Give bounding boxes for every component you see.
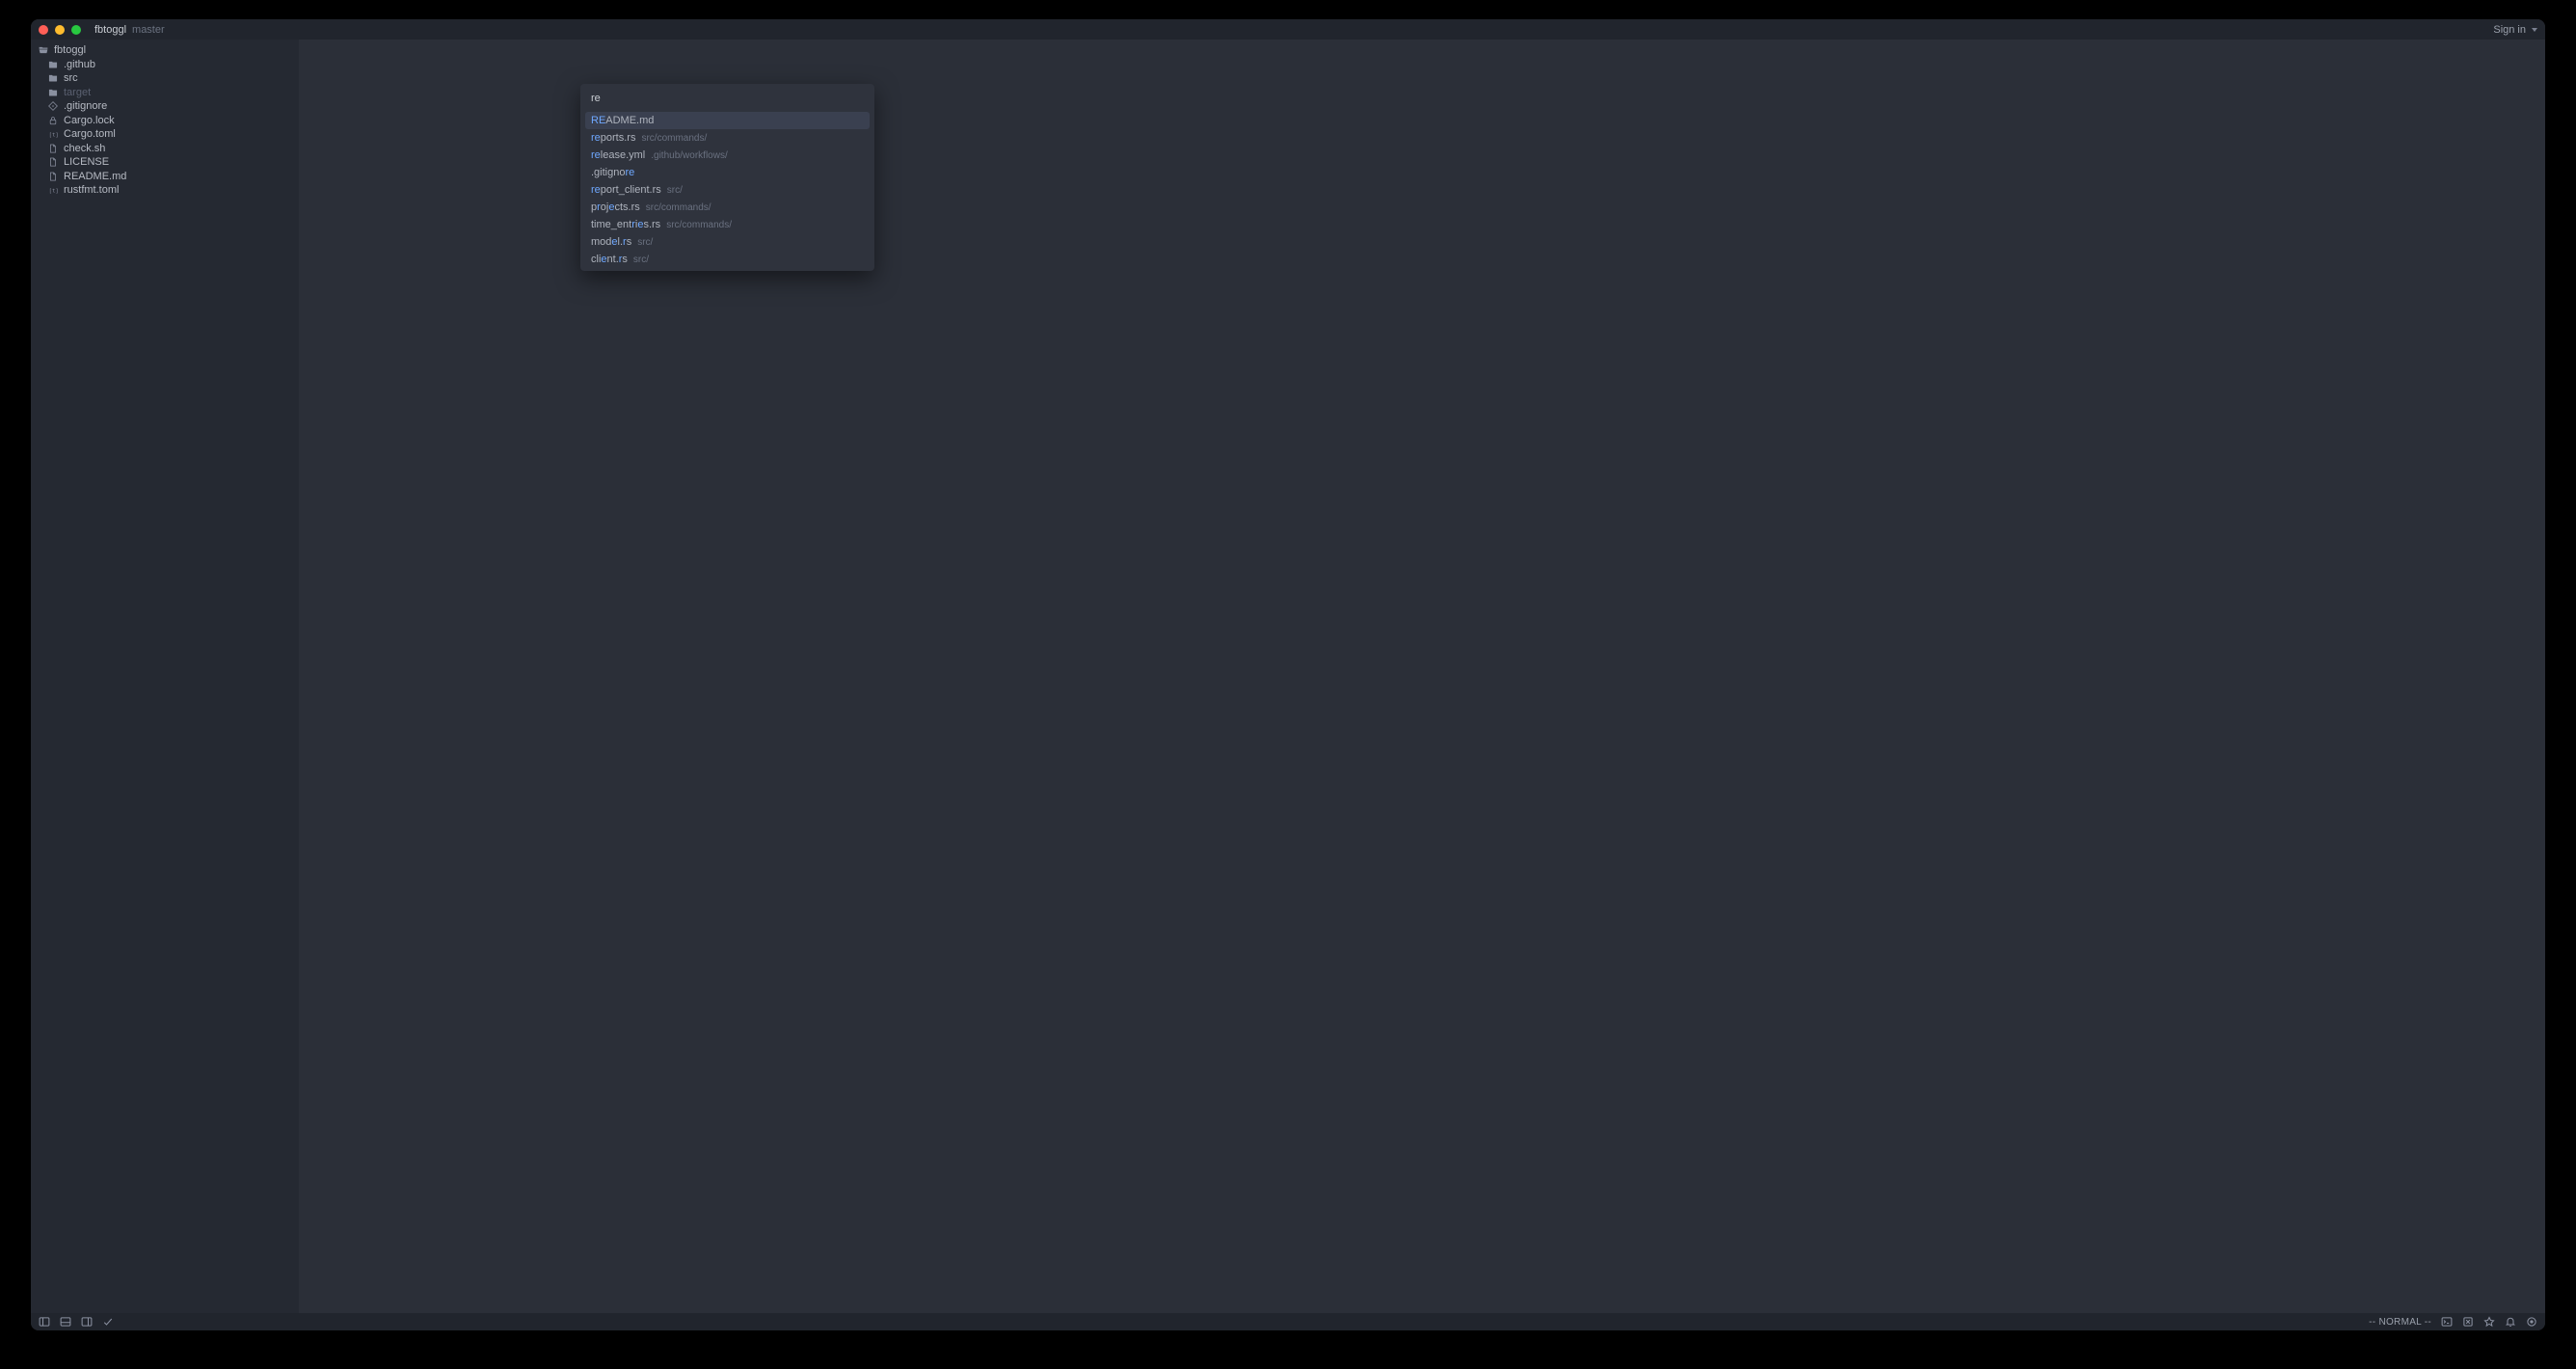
file-finder-results: README.md reports.rs src/commands/release.…	[585, 112, 870, 266]
result-filename: client.rs	[591, 254, 628, 265]
tree-root-label: fbtoggl	[54, 44, 86, 56]
lock-icon	[48, 116, 58, 125]
vim-mode-indicator: -- NORMAL --	[2369, 1317, 2431, 1328]
file-finder-result[interactable]: reports.rs src/commands/	[585, 129, 870, 147]
editor-window: fbtoggl master Sign in fbtoggl .github sr…	[31, 19, 2545, 1330]
tree-item[interactable]: [t] Cargo.toml	[31, 127, 299, 142]
error-icon[interactable]	[2462, 1316, 2474, 1328]
tree-item[interactable]: [t] rustfmt.toml	[31, 183, 299, 198]
tree-item[interactable]: check.sh	[31, 142, 299, 156]
tree-item-label: .github	[64, 59, 95, 70]
folder-open-icon	[39, 45, 48, 55]
panel-bottom-icon[interactable]	[60, 1316, 71, 1328]
cursor-position-icon[interactable]	[2526, 1316, 2537, 1328]
tree-item[interactable]: Cargo.lock	[31, 114, 299, 128]
file-finder-result[interactable]: model.rs src/	[585, 233, 870, 251]
tree-item-label: src	[64, 72, 78, 84]
diagnostics-icon[interactable]	[102, 1316, 114, 1328]
tree-item[interactable]: README.md	[31, 170, 299, 184]
tree-item-label: LICENSE	[64, 156, 109, 168]
file-finder-result[interactable]: .gitignore	[585, 164, 870, 181]
file-finder-result[interactable]: report_client.rs src/	[585, 181, 870, 199]
file-icon	[48, 172, 58, 181]
file-icon	[48, 157, 58, 167]
project-name: fbtoggl	[94, 24, 126, 36]
terminal-icon[interactable]	[2441, 1316, 2453, 1328]
notifications-icon[interactable]	[2505, 1316, 2516, 1328]
titlebar: fbtoggl master Sign in	[31, 19, 2545, 40]
gitignore-icon	[48, 101, 58, 111]
file-tree-sidebar: fbtoggl .github src target .gitignore Cargo.…	[31, 40, 299, 1313]
tree-item[interactable]: .github	[31, 58, 299, 72]
minimize-icon[interactable]	[55, 25, 65, 35]
tree-item-label: target	[64, 87, 91, 98]
tree-root[interactable]: fbtoggl	[31, 43, 299, 58]
panel-left-icon[interactable]	[39, 1316, 50, 1328]
tree-item-label: Cargo.lock	[64, 115, 115, 126]
file-finder-palette: README.md reports.rs src/commands/release.…	[580, 84, 874, 271]
tree-item-label: README.md	[64, 171, 126, 182]
result-path: src/commands/	[646, 202, 711, 213]
result-filename: reports.rs	[591, 132, 635, 144]
file-finder-result[interactable]: projects.rs src/commands/	[585, 199, 870, 216]
result-filename: README.md	[591, 115, 654, 126]
chevron-down-icon[interactable]	[2532, 28, 2537, 32]
result-path: src/commands/	[666, 220, 732, 230]
svg-text:[t]: [t]	[49, 133, 58, 139]
file-finder-result[interactable]: README.md	[585, 112, 870, 129]
file-finder-result[interactable]: release.yml .github/workflows/	[585, 147, 870, 164]
result-filename: model.rs	[591, 236, 631, 248]
toml-icon: [t]	[48, 129, 58, 139]
result-path: src/	[667, 185, 683, 196]
result-filename: release.yml	[591, 149, 645, 161]
result-path: src/	[633, 255, 649, 265]
toml-icon: [t]	[48, 185, 58, 195]
editor-area: README.md reports.rs src/commands/release.…	[299, 40, 2545, 1313]
branch-name[interactable]: master	[132, 24, 165, 36]
panel-right-icon[interactable]	[81, 1316, 93, 1328]
copilot-icon[interactable]	[2483, 1316, 2495, 1328]
tree-item-label: Cargo.toml	[64, 128, 116, 140]
tree-item-label: rustfmt.toml	[64, 184, 119, 196]
svg-text:[t]: [t]	[49, 189, 58, 195]
status-bar: -- NORMAL --	[31, 1313, 2545, 1330]
folder-icon	[48, 60, 58, 69]
result-path: src/	[637, 237, 653, 248]
folder-icon	[48, 88, 58, 97]
tree-item[interactable]: LICENSE	[31, 155, 299, 170]
result-path: src/commands/	[641, 133, 707, 144]
result-path: .github/workflows/	[651, 150, 727, 161]
window-controls	[39, 25, 81, 35]
file-icon	[48, 144, 58, 153]
result-filename: time_entries.rs	[591, 219, 660, 230]
folder-icon	[48, 73, 58, 83]
file-finder-result[interactable]: time_entries.rs src/commands/	[585, 216, 870, 233]
tree-item-label: check.sh	[64, 143, 105, 154]
maximize-icon[interactable]	[71, 25, 81, 35]
result-filename: projects.rs	[591, 201, 640, 213]
close-icon[interactable]	[39, 25, 48, 35]
result-filename: .gitignore	[591, 167, 634, 178]
tree-item[interactable]: .gitignore	[31, 99, 299, 114]
file-finder-input[interactable]	[585, 89, 870, 108]
sign-in-button[interactable]: Sign in	[2493, 24, 2526, 36]
file-finder-result[interactable]: client.rs src/	[585, 251, 870, 266]
tree-item-label: .gitignore	[64, 100, 107, 112]
tree-item[interactable]: target	[31, 86, 299, 100]
result-filename: report_client.rs	[591, 184, 661, 196]
tree-item[interactable]: src	[31, 71, 299, 86]
